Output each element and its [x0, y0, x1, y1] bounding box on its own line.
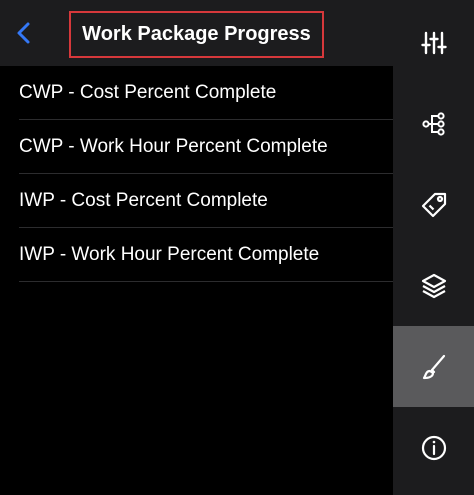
list-item-cwp-cost[interactable]: CWP - Cost Percent Complete	[0, 66, 393, 120]
hierarchy-icon	[421, 111, 445, 136]
hierarchy-button[interactable]	[393, 83, 474, 164]
list-item-iwp-work-hour[interactable]: IWP - Work Hour Percent Complete	[0, 228, 393, 282]
list-item-label: IWP - Cost Percent Complete	[19, 190, 268, 211]
page-title-highlight: Work Package Progress	[69, 11, 324, 58]
layers-icon	[421, 273, 446, 298]
list-item-cwp-work-hour[interactable]: CWP - Work Hour Percent Complete	[0, 120, 393, 174]
filter-settings-button[interactable]	[393, 2, 474, 83]
paintbrush-icon	[422, 354, 445, 379]
list-item-label: IWP - Work Hour Percent Complete	[19, 244, 320, 265]
side-toolbar	[393, 0, 474, 495]
back-button[interactable]	[8, 17, 40, 49]
list-item-label: CWP - Work Hour Percent Complete	[19, 136, 328, 157]
info-icon	[421, 435, 446, 460]
style-button[interactable]	[393, 326, 474, 407]
progress-type-list: CWP - Cost Percent Complete CWP - Work H…	[0, 66, 393, 282]
layers-button[interactable]	[393, 245, 474, 326]
list-item-iwp-cost[interactable]: IWP - Cost Percent Complete	[0, 174, 393, 228]
chevron-left-icon	[17, 22, 30, 44]
info-button[interactable]	[393, 407, 474, 488]
list-item-label: CWP - Cost Percent Complete	[19, 82, 277, 103]
main-panel: Work Package Progress CWP - Cost Percent…	[0, 0, 393, 495]
header-bar: Work Package Progress	[0, 0, 393, 66]
tag-button[interactable]	[393, 164, 474, 245]
tag-icon	[421, 192, 446, 217]
page-title: Work Package Progress	[82, 23, 311, 45]
sliders-icon	[420, 31, 447, 54]
